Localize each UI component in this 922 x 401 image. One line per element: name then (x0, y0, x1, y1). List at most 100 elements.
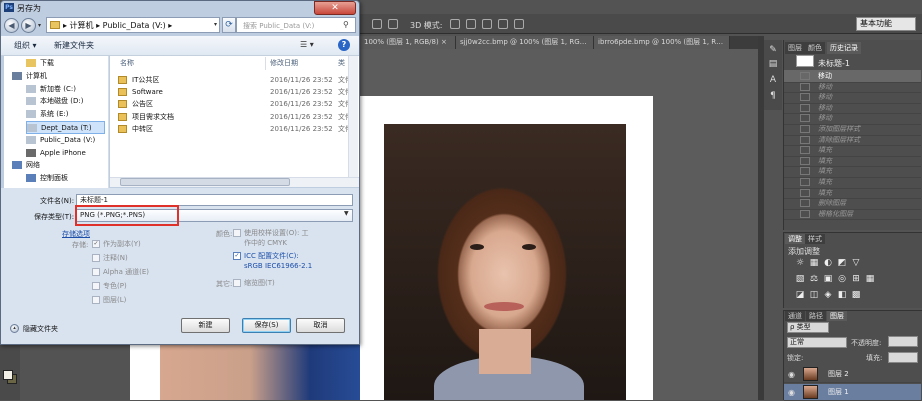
file-row[interactable]: 项目需求文档 2016/11/26 23:52 文件 (118, 111, 358, 123)
forward-button[interactable]: ▶ (21, 18, 36, 33)
doc-tab-3[interactable]: ibrro6pde.bmp @ 100% (图层 1, RGB/8) × (594, 36, 730, 49)
cancel-button[interactable]: 取消 (296, 318, 345, 333)
collapse-icon[interactable]: ▴ (10, 324, 19, 333)
tree-item[interactable]: 控制面板 (26, 172, 105, 185)
eye-icon[interactable]: ◉ (788, 371, 798, 379)
scrollbar-thumb[interactable] (120, 178, 290, 186)
column-header-date[interactable]: 修改日期 (270, 58, 298, 68)
adjustment-icon[interactable]: ▽ (851, 258, 861, 268)
recent-dropdown-icon[interactable]: ▾ (38, 22, 44, 29)
save-options-link[interactable]: 存储选项 (62, 229, 90, 239)
organize-button[interactable]: 组织 ▾ (14, 40, 37, 51)
back-button[interactable]: ◀ (4, 18, 19, 33)
store-option-label: 图层(L) (103, 296, 127, 304)
tree-item[interactable]: 计算机 (12, 70, 105, 83)
column-divider[interactable] (265, 57, 266, 70)
second-photo-edge (160, 345, 360, 400)
adjustment-icon[interactable]: ▧ (795, 274, 805, 284)
tool-preset-icon[interactable] (372, 19, 382, 29)
tree-item[interactable]: Public_Data (V:) (26, 134, 105, 147)
file-row[interactable]: 中转区 2016/11/26 23:52 文件 (118, 123, 358, 135)
tree-item[interactable]: 本地磁盘 (D:) (26, 95, 105, 108)
adjustment-icon[interactable]: ⚖ (809, 274, 819, 284)
view-options-button[interactable]: ☰ ▾ (300, 40, 314, 49)
type-panel-icon[interactable]: A (767, 74, 779, 86)
layer-kind-filter[interactable]: ρ 类型 (787, 322, 829, 333)
eye-icon[interactable]: ◉ (788, 389, 798, 397)
snapshot-thumbnail[interactable] (796, 55, 814, 67)
file-row[interactable]: IT公共区 2016/11/26 23:52 文件 (118, 74, 358, 86)
close-button[interactable]: ✕ (314, 1, 356, 15)
checkbox-box (92, 282, 100, 290)
adjustment-icon[interactable]: ◐ (823, 258, 833, 268)
history-step-icon (800, 188, 810, 197)
tab-layers-top[interactable]: 图层 (785, 42, 805, 54)
adjustment-icon[interactable]: ◈ (823, 290, 833, 300)
chevron-down-icon[interactable]: ▼ (344, 210, 349, 217)
tree-item[interactable]: 系统 (E:) (26, 108, 105, 121)
paragraph-icon[interactable]: ¶ (767, 90, 779, 102)
foreground-color-swatch[interactable] (3, 370, 13, 380)
hide-folders-link[interactable]: 隐藏文件夹 (23, 324, 58, 334)
workspace-select[interactable]: 基本功能 (856, 17, 916, 31)
tab-paths[interactable]: 路径 (806, 311, 826, 321)
3d-slide-icon[interactable] (498, 19, 508, 29)
tree-item[interactable]: Dept_Data (T:) (26, 121, 105, 134)
folder-icon (118, 124, 127, 133)
tab-styles[interactable]: 样式 (805, 234, 825, 244)
store-option-label: Alpha 通道(E) (103, 268, 150, 276)
dialog-titlebar[interactable] (1, 1, 359, 15)
tab-layers[interactable]: 图层 (827, 311, 847, 321)
column-header-name[interactable]: 名称 (120, 58, 134, 68)
address-dropdown-icon[interactable]: ▾ (211, 18, 220, 32)
search-input[interactable]: 搜索 Public_Data (V:) ⚲ (236, 17, 356, 33)
file-row[interactable]: 公告区 2016/11/26 23:52 文件 (118, 98, 358, 110)
align-icon[interactable] (388, 19, 398, 29)
arrange-icon[interactable]: ▤ (767, 58, 779, 70)
blend-mode-select[interactable]: 正常 (787, 337, 847, 348)
adjustment-icon[interactable]: ⊞ (851, 274, 861, 284)
address-bar[interactable]: ▸ 计算机 ▸ Public_Data (V:) ▸ (46, 17, 220, 33)
help-icon[interactable]: ? (338, 39, 350, 51)
tab-color[interactable]: 颜色 (805, 42, 825, 54)
tab-adjustments[interactable]: 调整 (785, 234, 805, 244)
fill-field[interactable] (888, 352, 918, 363)
tree-item[interactable]: Apple iPhone (26, 147, 105, 160)
doc-tab-1[interactable]: 100% (图层 1, RGB/8) × (360, 36, 456, 49)
new-button[interactable]: 新建 (181, 318, 230, 333)
adjustment-icon[interactable]: ▣ (823, 274, 833, 284)
3d-drag-icon[interactable] (482, 19, 492, 29)
tree-item-label: 计算机 (26, 71, 47, 80)
tree-item-label: 控制面板 (40, 174, 68, 183)
adjustment-icon[interactable]: ▩ (851, 290, 861, 300)
history-step-icon (800, 178, 810, 186)
new-folder-button[interactable]: 新建文件夹 (54, 40, 94, 51)
tree-item[interactable]: 新加卷 (C:) (26, 83, 105, 96)
vertical-scrollbar[interactable] (348, 56, 358, 177)
adjustment-icon[interactable]: ▦ (809, 258, 819, 268)
tab-history[interactable]: 历史记录 (827, 42, 861, 54)
adjustment-icon[interactable]: ◧ (837, 290, 847, 300)
save-button[interactable]: 保存(S) (242, 318, 291, 333)
3d-scale-icon[interactable] (514, 19, 524, 29)
drive-icon (26, 148, 36, 157)
history-brush-icon[interactable]: ✎ (767, 44, 779, 56)
file-row[interactable]: Software 2016/11/26 23:52 文件 (118, 86, 358, 98)
refresh-button[interactable]: ⟳ (222, 17, 236, 33)
tab-channels[interactable]: 通道 (785, 311, 805, 321)
3d-rotate-icon[interactable] (450, 19, 460, 29)
3d-roll-icon[interactable] (466, 19, 476, 29)
opacity-field[interactable] (888, 336, 918, 347)
tree-item[interactable]: 下载 (26, 57, 105, 70)
adjustment-icon[interactable]: ◪ (795, 290, 805, 300)
snapshot-label[interactable]: 未标题-1 (818, 58, 850, 69)
adjustment-icon[interactable]: ☼ (795, 258, 805, 268)
adjustment-icon[interactable]: ◫ (809, 290, 819, 300)
adjustment-icon[interactable]: ◩ (837, 258, 847, 268)
adjustment-icon[interactable]: ◎ (837, 274, 847, 284)
adjustment-icon[interactable]: ▦ (865, 274, 875, 284)
breadcrumb[interactable]: ▸ 计算机 ▸ Public_Data (V:) ▸ (63, 20, 172, 31)
column-header-type[interactable]: 类 (338, 58, 345, 68)
doc-tab-2[interactable]: sjj0w2cc.bmp @ 100% (图层 1, RGB/8) × (456, 36, 594, 49)
tree-item[interactable]: 网络 (12, 159, 105, 172)
